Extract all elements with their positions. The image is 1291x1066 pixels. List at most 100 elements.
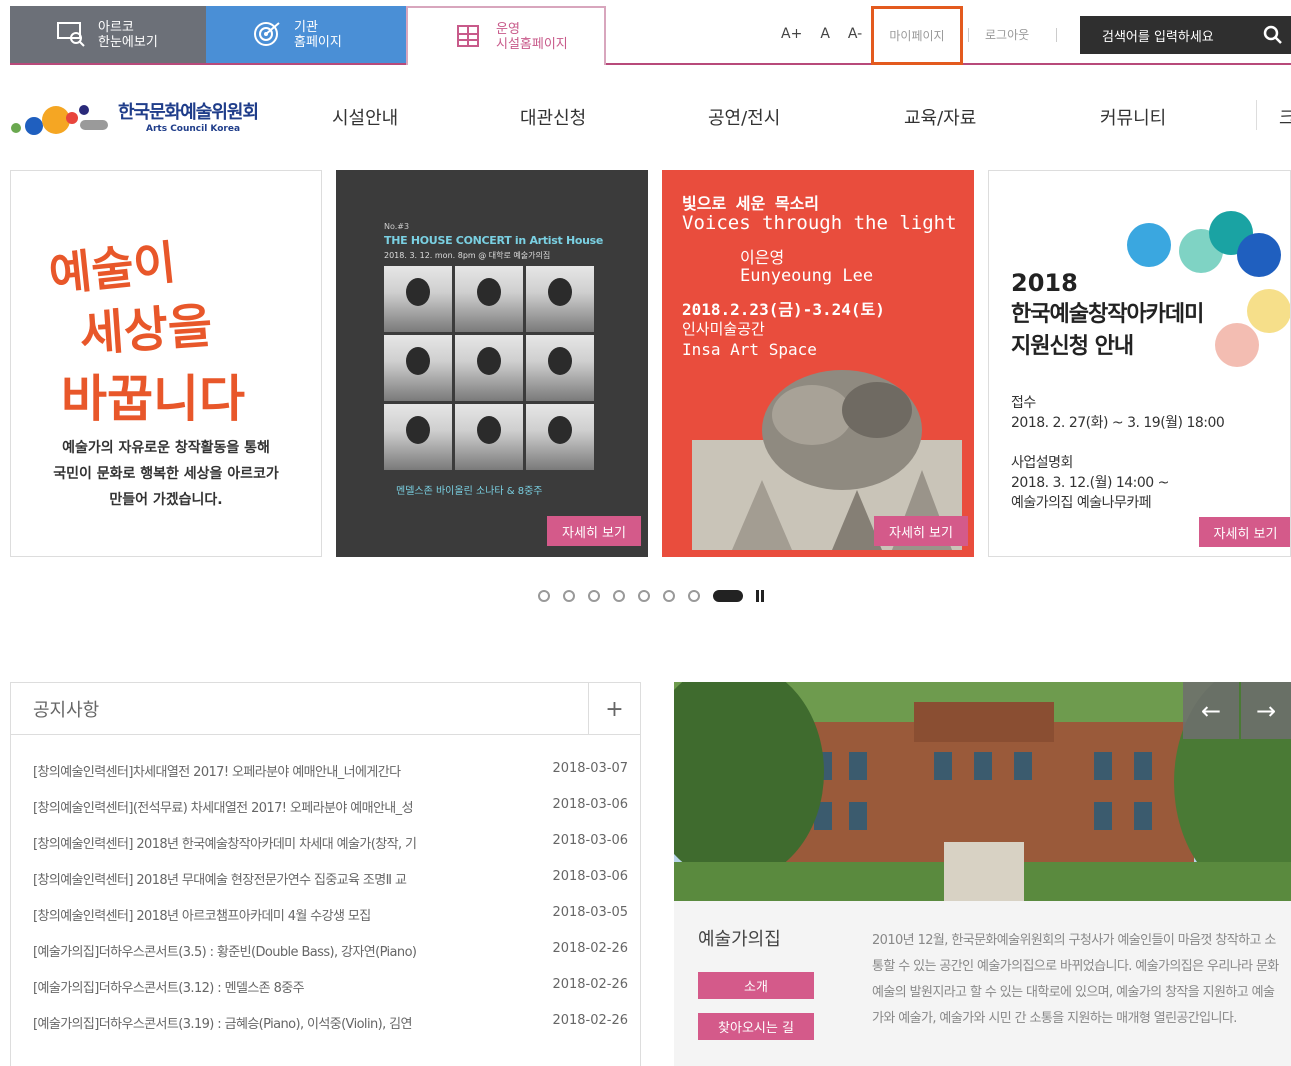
target-icon bbox=[254, 22, 280, 46]
notice-row-date: 2018-03-06 bbox=[552, 833, 628, 848]
pager-dot[interactable] bbox=[538, 590, 550, 602]
notice-row-title[interactable]: [예술가의집]더하우스콘서트(3.5) : 황준빈(Double Bass), … bbox=[33, 941, 533, 961]
notice-row-date: 2018-03-06 bbox=[552, 869, 628, 884]
next-arrow-icon[interactable]: → bbox=[1241, 682, 1291, 739]
directions-button[interactable]: 찾아오시는 길 bbox=[698, 1013, 814, 1040]
font-default-button[interactable]: A bbox=[817, 24, 833, 44]
pager-dot[interactable] bbox=[638, 590, 650, 602]
notice-row-title[interactable]: [창의예술인력센터] 2018년 한국예술창작아카데미 차세대 예술가(창작, … bbox=[33, 833, 533, 853]
exhibition-title-en: Voices through the light bbox=[682, 212, 957, 234]
performer-photo bbox=[455, 266, 523, 332]
font-increase-button[interactable]: A+ bbox=[778, 24, 805, 44]
tab-arko-overview[interactable]: 아르코 한눈에보기 bbox=[10, 6, 206, 63]
concert-number: No.#3 bbox=[384, 222, 410, 231]
banner-voices-exhibition[interactable]: 빛으로 세운 목소리 Voices through the light 이은영 … bbox=[662, 170, 974, 557]
notice-row-title[interactable]: [창의예술인력센터] 2018년 아르코챔프아카데미 4월 수강생 모집 bbox=[33, 905, 533, 925]
pager-dot-active[interactable] bbox=[713, 590, 743, 602]
notice-row-date: 2018-02-26 bbox=[552, 977, 628, 992]
nav-item-rental[interactable]: 대관신청 bbox=[520, 104, 586, 130]
site-logo[interactable]: 한국문화예술위원회 Arts Council Korea bbox=[10, 90, 280, 140]
font-decrease-button[interactable]: A- bbox=[845, 24, 865, 44]
tab-facility-home[interactable]: 운영 시설홈페이지 bbox=[406, 6, 606, 65]
banner-academy-application[interactable]: 2018 한국예술창작아카데미 지원신청 안내 접수 2018. 2. 27(화… bbox=[988, 170, 1291, 557]
tab-facility-label: 운영 시설홈페이지 bbox=[496, 21, 568, 52]
notice-board: 공지사항 + [창의예술인력센터]차세대열전 2017! 오페라분야 예매안내_… bbox=[10, 682, 641, 1066]
notice-more-button[interactable]: + bbox=[588, 683, 640, 735]
pager-dot[interactable] bbox=[613, 590, 625, 602]
academy-application-period: 접수 2018. 2. 27(화) ~ 3. 19(월) 18:00 bbox=[1011, 395, 1225, 431]
svg-text:바꿉니다: 바꿉니다 bbox=[61, 369, 245, 428]
nav-item-facility-info[interactable]: 시설안내 bbox=[332, 104, 398, 130]
intro-button[interactable]: 소개 bbox=[698, 972, 814, 999]
more-button[interactable]: 자세히 보기 bbox=[547, 516, 641, 546]
tab-institution-label: 기관 홈페이지 bbox=[294, 19, 342, 50]
logo-text-kr: 한국문화예술위원회 bbox=[118, 102, 259, 123]
notice-row-date: 2018-03-07 bbox=[552, 761, 628, 776]
pager-dot[interactable] bbox=[588, 590, 600, 602]
venue-en: Insa Art Space bbox=[682, 340, 817, 359]
banner-house-concert[interactable]: No.#3 THE HOUSE CONCERT in Artist House … bbox=[336, 170, 648, 557]
monitor-search-icon bbox=[57, 22, 85, 47]
notice-row[interactable]: [예술가의집]더하우스콘서트(3.19) : 금혜승(Piano), 이석중(V… bbox=[33, 1013, 628, 1033]
notice-row-title[interactable]: [창의예술인력센터](전석무료) 차세대열전 2017! 오페라분야 예매안내_… bbox=[33, 797, 533, 817]
performer-photo bbox=[384, 266, 452, 332]
utility-bar: 아르코 한눈에보기 기관 홈페이지 운영 시설홈페이지 A+ A A- 마이페이… bbox=[10, 6, 1291, 65]
nav-item-performance[interactable]: 공연/전시 bbox=[708, 104, 780, 130]
artist-house-name: 예술가의집 bbox=[698, 929, 781, 950]
artist-name-en: Eunyeoung Lee bbox=[740, 266, 874, 286]
search-input[interactable]: 검색어를 입력하세요 bbox=[1080, 16, 1291, 54]
mypage-link[interactable]: 마이페이지 bbox=[871, 6, 963, 65]
performer-photo bbox=[526, 335, 594, 401]
tab-arko-label: 아르코 한눈에보기 bbox=[98, 19, 158, 50]
slogan-description: 예술가의 자유로운 창작활동을 통해 국민이 문화로 행복한 세상을 아르코가 … bbox=[53, 440, 279, 508]
building-icon bbox=[457, 25, 479, 47]
notice-row[interactable]: [예술가의집]더하우스콘서트(3.12) : 멘델스존 8중주 2018-02-… bbox=[33, 977, 628, 997]
exhibition-dates: 2018.2.23(금)-3.24(토) bbox=[682, 300, 885, 319]
nav-item-education[interactable]: 교육/자료 bbox=[904, 104, 976, 130]
artist-name-kr: 이은영 bbox=[740, 248, 785, 267]
logo-dots-icon bbox=[11, 105, 108, 135]
academy-briefing-session: 사업설명회 2018. 3. 12.(월) 14:00 ~ 예술가의집 예술나무… bbox=[1011, 455, 1169, 511]
notice-row-title[interactable]: [예술가의집]더하우스콘서트(3.12) : 멘델스존 8중주 bbox=[33, 977, 533, 997]
notice-row[interactable]: [예술가의집]더하우스콘서트(3.5) : 황준빈(Double Bass), … bbox=[33, 941, 628, 961]
performer-photo bbox=[526, 266, 594, 332]
notice-row-title[interactable]: [창의예술인력센터]차세대열전 2017! 오페라분야 예매안내_너에게간다 bbox=[33, 761, 533, 781]
more-button[interactable]: 자세히 보기 bbox=[874, 516, 968, 546]
performer-photo bbox=[384, 335, 452, 401]
pager-dot[interactable] bbox=[688, 590, 700, 602]
notice-row-title[interactable]: [예술가의집]더하우스콘서트(3.19) : 금혜승(Piano), 이석중(V… bbox=[33, 1013, 533, 1033]
concert-date: 2018. 3. 12. mon. 8pm @ 대학로 예술가의집 bbox=[384, 251, 551, 260]
pager-dot[interactable] bbox=[563, 590, 575, 602]
svg-text:예술이: 예술이 bbox=[47, 235, 179, 302]
tab-institution-home[interactable]: 기관 홈페이지 bbox=[206, 6, 406, 63]
logout-link[interactable]: 로그아웃 bbox=[985, 26, 1029, 43]
banner-arts-slogan[interactable]: 예술이 세상을 바꿉니다 예술가의 자유로운 창작활동을 통해 국민이 문화로 … bbox=[10, 170, 322, 557]
notice-row[interactable]: [창의예술인력센터] 2018년 아르코챔프아카데미 4월 수강생 모집 201… bbox=[33, 905, 628, 925]
notice-title: 공지사항 bbox=[11, 683, 640, 735]
notice-row[interactable]: [창의예술인력센터]차세대열전 2017! 오페라분야 예매안내_너에게간다 2… bbox=[33, 761, 628, 781]
artist-house-description: 2010년 12월, 한국문화예술위원회의 구청사가 예술인들이 마음껏 창작하… bbox=[872, 933, 1279, 1026]
notice-row-date: 2018-02-26 bbox=[552, 1013, 628, 1028]
notice-row[interactable]: [창의예술인력센터] 2018년 한국예술창작아카데미 차세대 예술가(창작, … bbox=[33, 833, 628, 853]
nav-item-more[interactable]: 크 bbox=[1256, 100, 1291, 130]
nav-item-community[interactable]: 커뮤니티 bbox=[1100, 104, 1166, 130]
notice-row[interactable]: [창의예술인력센터](전석무료) 차세대열전 2017! 오페라분야 예매안내_… bbox=[33, 797, 628, 817]
exhibition-title-kr: 빛으로 세운 목소리 bbox=[682, 194, 820, 213]
notice-row[interactable]: [창의예술인력센터] 2018년 무대예술 현장전문가연수 집중교육 조명Ⅱ 교… bbox=[33, 869, 628, 889]
font-size-controls: A+ A A- bbox=[778, 24, 865, 44]
performer-photo bbox=[455, 404, 523, 470]
svg-text:세상을: 세상을 bbox=[78, 298, 214, 363]
notice-row-date: 2018-02-26 bbox=[552, 941, 628, 956]
divider bbox=[968, 28, 969, 42]
search-icon[interactable] bbox=[1263, 25, 1283, 45]
notice-row-title[interactable]: [창의예술인력센터] 2018년 무대예술 현장전문가연수 집중교육 조명Ⅱ 교 bbox=[33, 869, 533, 889]
pause-icon[interactable] bbox=[756, 590, 766, 602]
academy-year: 2018 bbox=[1011, 269, 1078, 297]
prev-arrow-icon[interactable]: ← bbox=[1183, 682, 1239, 739]
logo-text-en: Arts Council Korea bbox=[146, 124, 241, 134]
divider bbox=[1056, 28, 1057, 42]
academy-headline: 한국예술창작아카데미 지원신청 안내 bbox=[1011, 302, 1204, 359]
more-button[interactable]: 자세히 보기 bbox=[1199, 517, 1290, 547]
performer-photo bbox=[455, 335, 523, 401]
pager-dot[interactable] bbox=[663, 590, 675, 602]
